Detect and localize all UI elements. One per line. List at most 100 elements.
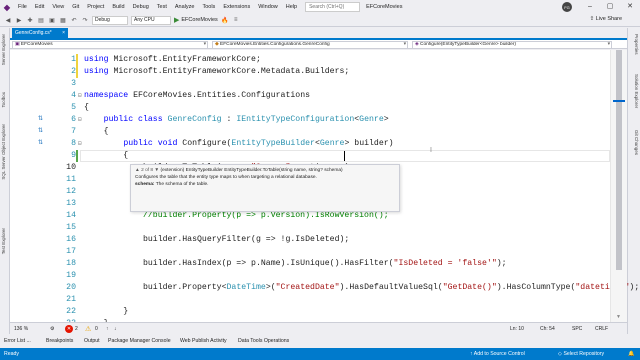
implementation-icon[interactable]: ⇅ (38, 116, 45, 123)
scrollbar-thumb[interactable] (616, 50, 622, 270)
menu-item-edit[interactable]: Edit (31, 0, 48, 14)
collapse-icon[interactable]: ⊟ (78, 114, 82, 126)
document-tabs: GenreConfig.cs* × (10, 28, 627, 38)
title-menu-bar: ◆ File Edit View Git Project Build Debug Test An… (0, 0, 640, 14)
notifications-icon[interactable]: 🔔 (628, 348, 634, 360)
menu-item-analyze[interactable]: Analyze (171, 0, 199, 14)
properties-tab[interactable]: Properties (631, 34, 639, 55)
menu-item-debug[interactable]: Debug (129, 0, 153, 14)
maximize-button[interactable]: ▢ (600, 0, 620, 14)
param-name: schema: (135, 182, 155, 187)
line-number: 15 (66, 223, 76, 232)
code-line[interactable]: 3 (10, 78, 610, 90)
param-description: The schema of the table. (155, 182, 209, 187)
close-tab-icon[interactable]: × (62, 28, 65, 38)
menu-item-project[interactable]: Project (83, 0, 108, 14)
save-icon[interactable]: ▣ (48, 16, 56, 24)
type-dropdown[interactable]: ◆ EFCoreMovies.Entities.Configurations.G… (212, 41, 408, 49)
menu-item-extensions[interactable]: Extensions (219, 0, 254, 14)
code-line[interactable]: 16 builder.HasQueryFilter(g => !g.IsDele… (10, 234, 610, 246)
project-dropdown[interactable]: ▣ EFCoreMovies ▾ (12, 41, 208, 49)
platform-select[interactable]: Any CPU (131, 15, 171, 25)
menu-item-build[interactable]: Build (108, 0, 128, 14)
run-button[interactable]: ▶ EFCoreMovies (174, 16, 218, 24)
error-icon[interactable]: ✕ (65, 325, 73, 333)
avatar[interactable]: FG (562, 2, 572, 12)
line-number: 1 (71, 55, 76, 64)
line-number: 19 (66, 271, 76, 280)
undo-icon[interactable]: ↶ (70, 16, 78, 24)
save-all-icon[interactable]: ▦ (59, 16, 67, 24)
code-token: Configure( (182, 139, 232, 148)
code-line[interactable]: 20 builder.Property<DateTime>("CreatedDa… (10, 282, 639, 294)
line-number: 11 (66, 175, 76, 184)
git-changes-tab[interactable]: Git Changes (631, 130, 639, 155)
code-line[interactable]: 9 { (10, 150, 610, 162)
code-line[interactable]: 22 } (10, 306, 610, 318)
implementation-icon[interactable]: ⇅ (38, 128, 45, 135)
tab-web-publish-activity[interactable]: Web Publish Activity (180, 334, 227, 348)
collapse-icon[interactable]: ⊟ (78, 90, 82, 102)
sql-server-object-explorer-tab[interactable]: SQL Server Object Explorer (1, 124, 9, 180)
add-source-control-button[interactable]: ↑ Add to Source Control (470, 348, 525, 360)
collapse-icon[interactable]: ⊟ (78, 138, 82, 150)
close-window-button[interactable]: ✕ (620, 0, 640, 14)
toolbox-tab[interactable]: Toolbox (1, 92, 9, 108)
new-item-icon[interactable]: ✚ (26, 16, 34, 24)
forward-icon[interactable]: ▶ (15, 16, 23, 24)
code-line[interactable]: 19 (10, 270, 610, 282)
menu-item-file[interactable]: File (14, 0, 31, 14)
code-line[interactable]: 1 using Microsoft.EntityFrameworkCore; (10, 54, 610, 66)
redo-icon[interactable]: ↷ (81, 16, 89, 24)
hot-reload-icon[interactable]: 🔥 (221, 16, 229, 24)
code-line[interactable]: 5{ (10, 102, 610, 114)
vertical-scrollbar[interactable]: ▲ ▼ (610, 50, 627, 322)
live-share-button[interactable]: ⇪ Live Share (590, 16, 622, 22)
code-text: builder.HasIndex(p => p.Name).IsUnique()… (84, 258, 507, 270)
implementation-icon[interactable]: ⇅ (38, 140, 45, 147)
menu-item-view[interactable]: View (48, 0, 68, 14)
select-repository-button[interactable]: ◇ Select Repository (558, 348, 604, 360)
search-input[interactable]: Search (Ctrl+Q) (305, 2, 361, 12)
back-icon[interactable]: ◀ (4, 16, 12, 24)
overload-counter[interactable]: ▲ 2 of 8 ▼ (135, 168, 159, 173)
solution-explorer-tab[interactable]: Solution Explorer (631, 74, 639, 108)
tab-package-manager-console[interactable]: Package Manager Console (108, 334, 171, 348)
code-line[interactable]: 8 public void Configure(EntityTypeBuilde… (10, 138, 610, 150)
code-line[interactable]: 2 using Microsoft.EntityFrameworkCore.Met… (10, 66, 610, 78)
code-line[interactable]: 18 builder.HasIndex(p => p.Name).IsUniqu… (10, 258, 610, 270)
code-token: { (84, 127, 109, 136)
tab-data-tools-operations[interactable]: Data Tools Operations (238, 334, 289, 348)
minimize-button[interactable]: – (580, 0, 600, 14)
unsaved-change-marker (76, 54, 78, 78)
menu-item-git[interactable]: Git (68, 0, 83, 14)
line-number: 3 (71, 79, 76, 88)
comment-icon[interactable]: ≡ (232, 16, 240, 24)
code-token: Microsoft.EntityFrameworkCore; (113, 55, 261, 64)
type-dropdown-label: EFCoreMovies.Entities.Configurations.Gen… (220, 42, 330, 47)
member-dropdown[interactable]: ◈ Configure(EntityTypeBuilder<Genre> bui… (412, 41, 612, 49)
open-icon[interactable]: ▤ (37, 16, 45, 24)
menu-item-help[interactable]: Help (282, 0, 301, 14)
menu-item-test[interactable]: Test (153, 0, 171, 14)
line-number: 6 (71, 115, 76, 124)
line-number: 18 (66, 259, 76, 268)
tab-error-list[interactable]: Error List ... (4, 334, 31, 348)
configuration-select[interactable]: Debug (92, 15, 128, 25)
tab-output[interactable]: Output (84, 334, 100, 348)
tab-genreconfig[interactable]: GenreConfig.cs* × (12, 28, 68, 38)
test-explorer-tab[interactable]: Test Explorer (1, 228, 9, 254)
code-line[interactable]: 6 public class GenreConfig : IEntityType… (10, 114, 610, 126)
menu-item-tools[interactable]: Tools (198, 0, 219, 14)
code-token: builder.HasQueryFilter(g => !g.IsDeleted… (84, 235, 350, 244)
tab-breakpoints[interactable]: Breakpoints (46, 334, 73, 348)
code-line[interactable]: 17 (10, 246, 610, 258)
code-line[interactable]: 7 { (10, 126, 610, 138)
code-line[interactable]: 4 namespace EFCoreMovies.Entities.Configu… (10, 90, 610, 102)
server-explorer-tab[interactable]: Server Explorer (1, 34, 9, 65)
line-number: 9 (71, 151, 76, 160)
code-line[interactable]: 21 (10, 294, 610, 306)
menu-item-window[interactable]: Window (254, 0, 282, 14)
code-line[interactable]: 15 (10, 222, 610, 234)
scroll-down-icon[interactable]: ▼ (616, 314, 621, 320)
